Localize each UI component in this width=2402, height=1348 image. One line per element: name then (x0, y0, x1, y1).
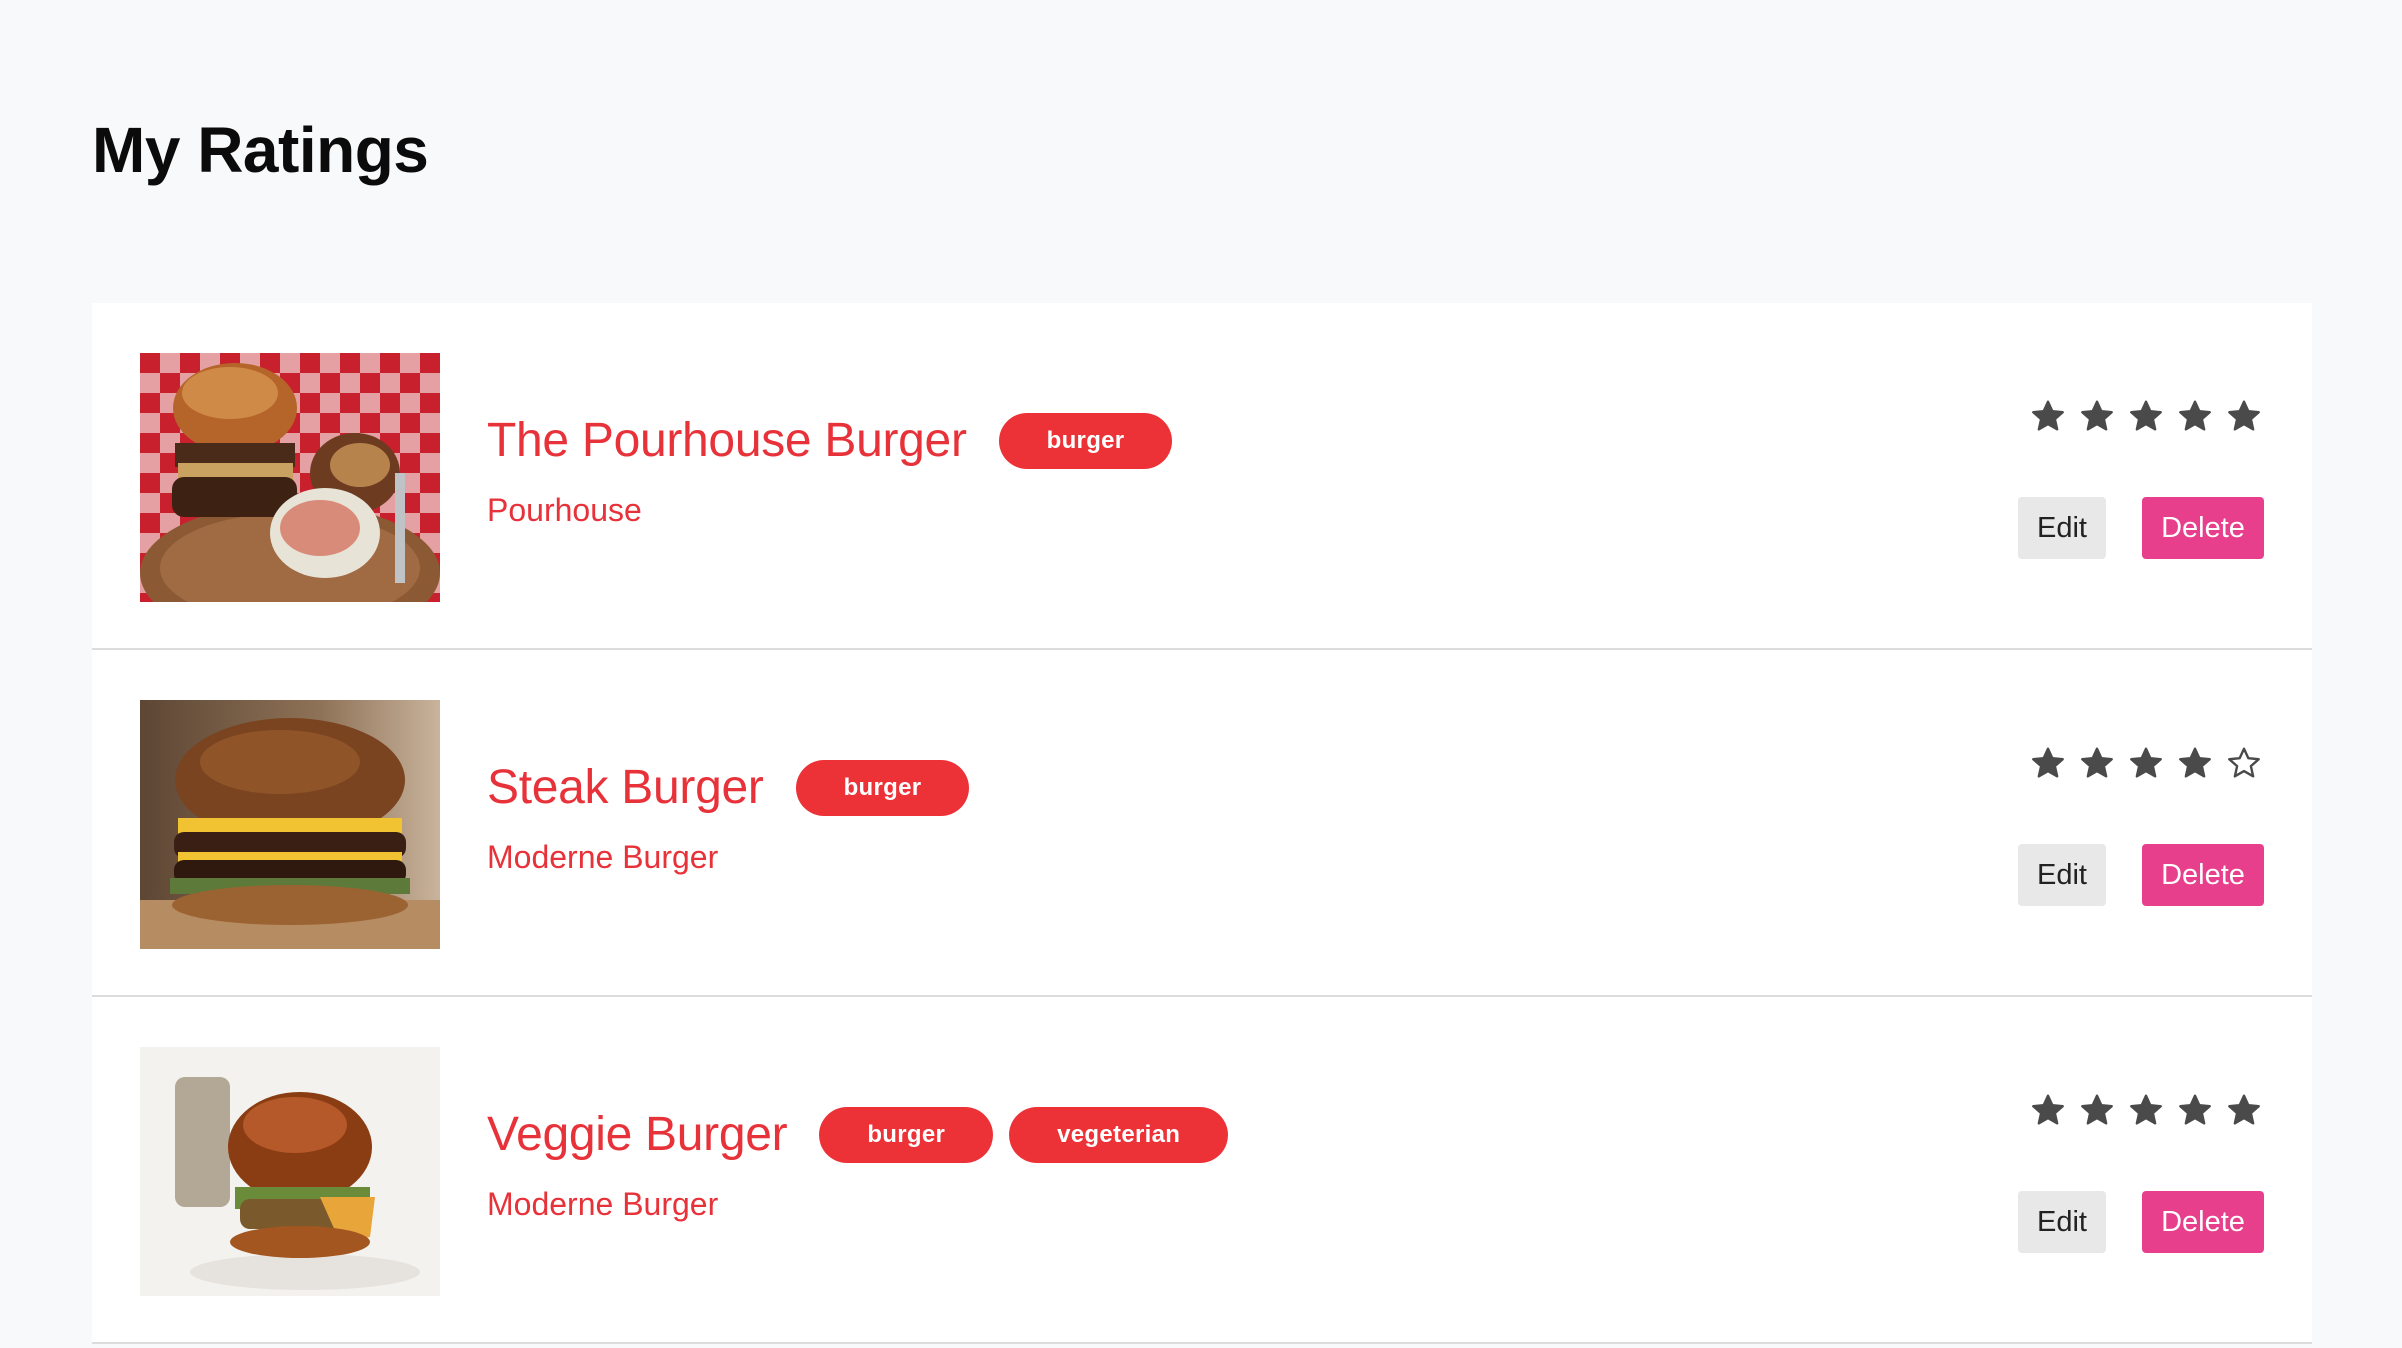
card-actions: Edit Delete (2018, 497, 2264, 559)
ratings-list: The Pourhouse Burger burger Pourhouse Ed… (92, 303, 2312, 1344)
card-actions: Edit Delete (2018, 1191, 2264, 1253)
edit-button[interactable]: Edit (2018, 844, 2106, 906)
delete-button[interactable]: Delete (2142, 1191, 2264, 1253)
star-outline-icon[interactable] (2226, 745, 2262, 781)
star-filled-icon[interactable] (2128, 398, 2164, 434)
star-rating (2030, 1092, 2262, 1128)
rating-card: Steak Burger burger Moderne Burger Edit … (92, 650, 2312, 997)
title-row: Veggie Burger burger vegeterian (487, 1105, 1244, 1165)
tag-badge[interactable]: burger (819, 1107, 994, 1163)
edit-button[interactable]: Edit (2018, 1191, 2106, 1253)
star-filled-icon[interactable] (2177, 1092, 2213, 1128)
tag-badge[interactable]: burger (998, 413, 1173, 469)
page-title: My Ratings (92, 114, 429, 186)
star-filled-icon[interactable] (2128, 745, 2164, 781)
star-rating (2030, 398, 2262, 434)
restaurant-name[interactable]: Pourhouse (487, 490, 642, 530)
star-filled-icon[interactable] (2128, 1092, 2164, 1128)
star-filled-icon[interactable] (2177, 398, 2213, 434)
star-filled-icon[interactable] (2079, 745, 2115, 781)
star-filled-icon[interactable] (2226, 1092, 2262, 1128)
tag-badge[interactable]: vegeterian (1009, 1107, 1229, 1163)
star-filled-icon[interactable] (2079, 1092, 2115, 1128)
rating-card: The Pourhouse Burger burger Pourhouse Ed… (92, 303, 2312, 650)
star-filled-icon[interactable] (2030, 398, 2066, 434)
burger-photo (140, 353, 440, 602)
restaurant-name[interactable]: Moderne Burger (487, 837, 718, 877)
burger-photo (140, 700, 440, 949)
rating-card: Veggie Burger burger vegeterian Moderne … (92, 997, 2312, 1344)
edit-button[interactable]: Edit (2018, 497, 2106, 559)
title-row: The Pourhouse Burger burger (487, 411, 1188, 471)
star-filled-icon[interactable] (2030, 745, 2066, 781)
card-actions: Edit Delete (2018, 844, 2264, 906)
tag-badge[interactable]: burger (795, 760, 970, 816)
item-title[interactable]: Veggie Burger (487, 1105, 788, 1165)
title-row: Steak Burger burger (487, 758, 985, 818)
delete-button[interactable]: Delete (2142, 497, 2264, 559)
star-filled-icon[interactable] (2226, 398, 2262, 434)
burger-photo (140, 1047, 440, 1296)
star-filled-icon[interactable] (2177, 745, 2213, 781)
item-title[interactable]: Steak Burger (487, 758, 764, 818)
star-filled-icon[interactable] (2030, 1092, 2066, 1128)
delete-button[interactable]: Delete (2142, 844, 2264, 906)
star-filled-icon[interactable] (2079, 398, 2115, 434)
star-rating (2030, 745, 2262, 781)
item-title[interactable]: The Pourhouse Burger (487, 411, 967, 471)
restaurant-name[interactable]: Moderne Burger (487, 1184, 718, 1224)
